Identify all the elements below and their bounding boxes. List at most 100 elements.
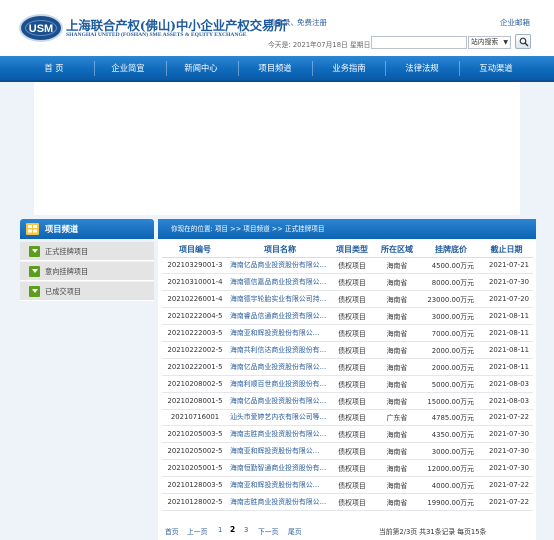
cell-region: 海南省 (372, 290, 422, 309)
cell-price: 2000.00万元 (422, 341, 480, 359)
table-header-row: 项目编号 项目名称 项目类型 所在区域 挂牌底价 截止日期 (162, 242, 533, 258)
table-body: 20210329001-3 海南亿品商业投资股份有限公... 债权项目 海南省 4500… (162, 257, 533, 511)
page-link-2-current: 2 (230, 525, 236, 534)
cell-project-id: 20210205001-5 (162, 459, 228, 478)
page-link-3[interactable]: 3 (244, 526, 248, 534)
main-nav: 首 页 企业简宣 新闻中心 项目频道 业务指南 法律法规 互动渠道 (0, 56, 554, 82)
sidebar-item-formal[interactable]: 正式挂牌项目 (20, 242, 154, 261)
project-name-link[interactable]: 海南德信嘉品商业投资有限公... (230, 276, 326, 286)
page-link-1[interactable]: 1 (218, 526, 222, 534)
cell-deadline: 2021-08-11 (480, 324, 533, 342)
cell-project-name: 海南志胜商业投资股份有限公... (228, 425, 332, 444)
cell-project-name: 海南亚和辉投资股份有限公... (228, 476, 332, 494)
cell-deadline: 2021-08-03 (480, 375, 533, 393)
table-row: 20210205003-5 海南志胜商业投资股份有限公... 债权项目 海南省 4350… (162, 425, 533, 444)
next-page-link[interactable]: 下一页 (258, 526, 278, 536)
project-name-link[interactable]: 海南德宇轮胎实业有限公司持... (230, 293, 326, 303)
cell-project-name: 海南睿品信通商业投资有限公... (228, 307, 332, 326)
sidebar-item-label: 已成交项目 (45, 287, 81, 296)
nav-interact[interactable]: 互动渠道 (466, 56, 526, 80)
search-input[interactable] (371, 36, 467, 49)
cell-region: 海南省 (372, 425, 422, 444)
nav-projects[interactable]: 项目频道 (245, 56, 305, 80)
cell-project-name: 海南亿品商业投资股份有限公... (228, 257, 332, 275)
column-header-region: 所在区域 (372, 242, 422, 258)
project-name-link[interactable]: 海南亚和辉投资股份有限公... (230, 327, 319, 337)
cell-project-type: 债权项目 (332, 290, 372, 309)
cell-project-type: 债权项目 (332, 257, 372, 275)
email-link[interactable]: 企业邮箱 (500, 17, 530, 28)
nav-divider (166, 61, 167, 76)
cell-project-name: 海南亿品商业投资股份有限公... (228, 392, 332, 410)
login-link[interactable]: 请登录、 (268, 17, 298, 28)
nav-law[interactable]: 法律法规 (392, 56, 452, 80)
cell-price: 12000.00万元 (422, 459, 480, 478)
nav-home[interactable]: 首 页 (24, 56, 84, 80)
table-row: 20210208002-5 海南利顺百世商业投资股份有... 债权项目 海南省 5000… (162, 375, 533, 393)
sidebar: 项目频道 正式挂牌项目 意向挂牌项目 已成交项目 (20, 219, 154, 303)
cell-project-id: 20210310001-4 (162, 273, 228, 292)
cell-region: 海南省 (372, 324, 422, 342)
project-table: 项目编号 项目名称 项目类型 所在区域 挂牌底价 截止日期 2021032900… (162, 242, 533, 511)
project-name-link[interactable]: 海南恒勤智通商业投资股份有... (230, 462, 326, 472)
project-name-link[interactable]: 海南志胜商业投资股份有限公... (230, 428, 326, 438)
prev-page-link[interactable]: 上一页 (187, 526, 207, 536)
cell-deadline: 2021-07-20 (480, 290, 533, 309)
search-scope-value: 站内搜索 (471, 38, 499, 46)
cell-project-type: 债权项目 (332, 375, 372, 393)
pager-info: 当前第2/3页 共31条记录 每页15条 (379, 528, 487, 536)
nav-divider (385, 61, 386, 76)
table-row: 20210128003-5 海南亚和辉投资股份有限公... 债权项目 海南省 4000.… (162, 476, 533, 494)
project-name-link[interactable]: 海南亿品商业投资股份有限公... (230, 395, 326, 405)
cell-deadline: 2021-08-11 (480, 307, 533, 326)
first-page-link[interactable]: 首页 (165, 526, 179, 536)
cell-project-id: 20210208002-5 (162, 375, 228, 393)
cell-deadline: 2021-08-03 (480, 392, 533, 410)
cell-project-id: 20210222001-5 (162, 358, 228, 376)
project-name-link[interactable]: 海南志胜商业投资股份有限公... (230, 496, 326, 506)
cell-deadline: 2021-07-30 (480, 459, 533, 478)
project-name-link[interactable]: 海南亚和辉投资股份有限公... (230, 445, 319, 455)
sidebar-item-label: 意向挂牌项目 (45, 267, 89, 276)
today-date: 今天是: 2021年07月18日 星期日 (268, 41, 371, 49)
cell-project-type: 债权项目 (332, 425, 372, 444)
cell-region: 海南省 (372, 257, 422, 275)
cell-region: 海南省 (372, 341, 422, 359)
cell-price: 2000.00万元 (422, 358, 480, 376)
cell-project-type: 债权项目 (332, 392, 372, 410)
usm-logo[interactable]: USM (19, 14, 63, 42)
cell-project-name: 海南利顺百世商业投资股份有... (228, 375, 332, 393)
main-content: 你现在的位置: 项目 >> 项目频道 >> 正式挂牌项目 项目编号 项目名称 项… (158, 219, 536, 540)
sidebar-item-completed[interactable]: 已成交项目 (20, 282, 154, 301)
nav-guide[interactable]: 业务指南 (319, 56, 379, 80)
pagination: 首页 上一页 1 2 3 下一页 尾页 当前第2/3页 共31条记录 每页15条 (158, 523, 536, 539)
cell-project-id: 20210205002-5 (162, 442, 228, 461)
cell-project-name: 汕头市爱婷艺内衣有限公司等... (228, 409, 332, 427)
cell-project-name: 海南亚和辉投资股份有限公... (228, 442, 332, 461)
last-page-link[interactable]: 尾页 (288, 526, 302, 536)
column-header-name: 项目名称 (228, 242, 332, 258)
project-name-link[interactable]: 海南共利信达商业投资股份有... (230, 344, 326, 354)
cell-project-type: 债权项目 (332, 409, 372, 427)
table-row: 20210222001-5 海南亿品商业投资股份有限公... 债权项目 海南省 2000… (162, 358, 533, 376)
search-button[interactable] (515, 34, 531, 49)
project-name-link[interactable]: 海南利顺百世商业投资股份有... (230, 378, 326, 388)
cell-deadline: 2021-07-30 (480, 425, 533, 444)
sidebar-item-intent[interactable]: 意向挂牌项目 (20, 262, 154, 281)
project-name-link[interactable]: 海南亿品商业投资股份有限公... (230, 259, 326, 269)
cell-region: 海南省 (372, 476, 422, 494)
project-name-link[interactable]: 海南亚和辉投资股份有限公... (230, 479, 319, 489)
search-scope-select[interactable]: 站内搜索 ▼ (468, 36, 511, 49)
register-link[interactable]: 免费注册 (297, 17, 327, 28)
project-name-link[interactable]: 汕头市爱婷艺内衣有限公司等... (230, 411, 326, 421)
cell-deadline: 2021-07-22 (480, 476, 533, 494)
cell-project-type: 债权项目 (332, 476, 372, 494)
project-name-link[interactable]: 海南睿品信通商业投资有限公... (230, 310, 326, 320)
cell-project-name: 海南德信嘉品商业投资有限公... (228, 273, 332, 292)
nav-news[interactable]: 新闻中心 (171, 56, 231, 80)
project-name-link[interactable]: 海南亿品商业投资股份有限公... (230, 361, 326, 371)
cell-project-id: 20210128003-5 (162, 476, 228, 494)
nav-company[interactable]: 企业简宣 (98, 56, 158, 80)
cell-project-id: 20210208001-5 (162, 392, 228, 410)
breadcrumb: 你现在的位置: 项目 >> 项目频道 >> 正式挂牌项目 (158, 219, 536, 239)
